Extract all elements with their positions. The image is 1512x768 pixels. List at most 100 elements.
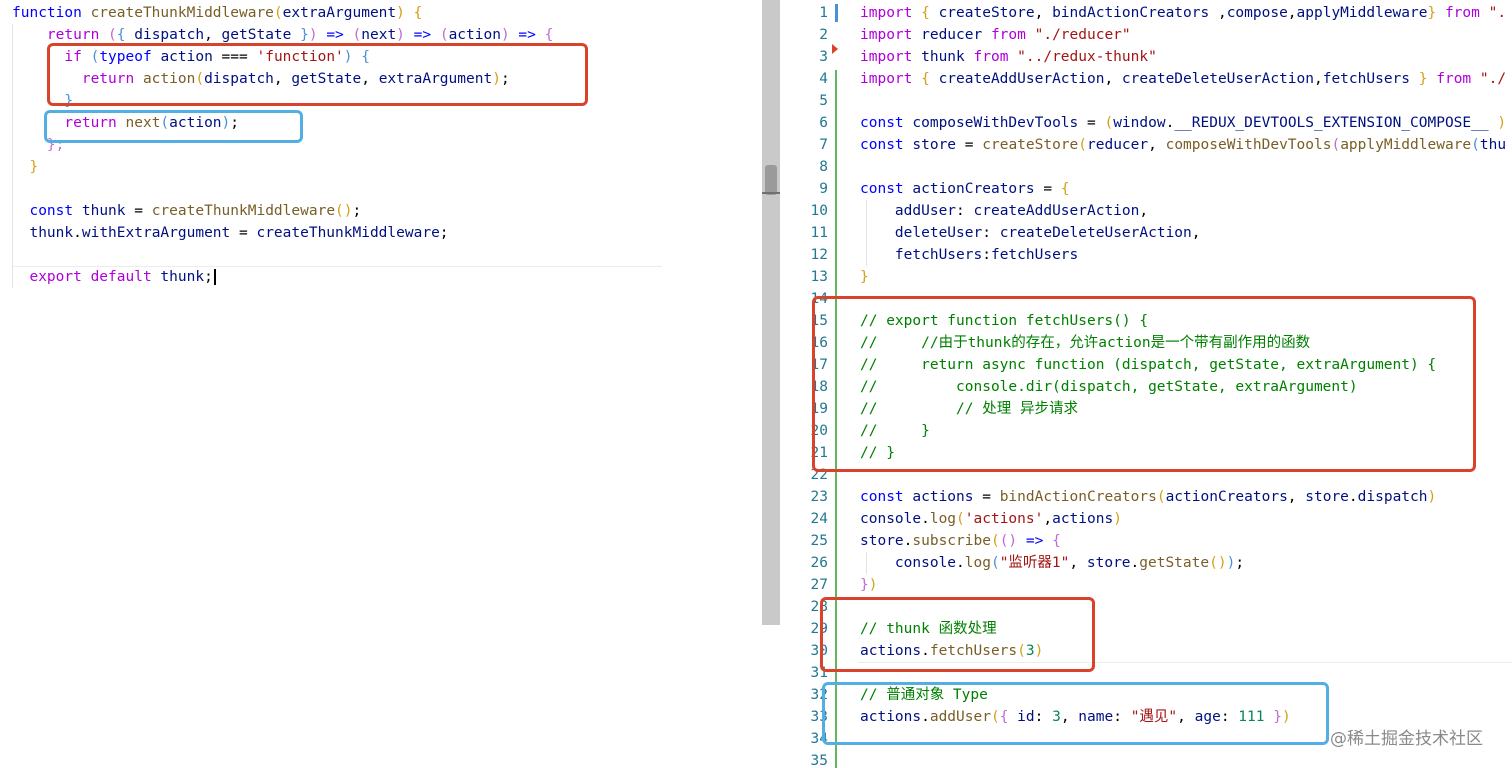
code-token: "./reducer" xyxy=(1034,27,1131,43)
code-token: : xyxy=(982,225,1000,241)
code-token: = xyxy=(1078,115,1105,131)
code-token: thunk xyxy=(921,49,965,65)
code-token: store xyxy=(1086,555,1131,571)
code-token: = xyxy=(125,203,152,219)
line-number: 8 xyxy=(819,159,828,175)
annotation-blue-plain-object-call xyxy=(822,682,1329,745)
code-token: createThunkMiddleware xyxy=(151,203,336,219)
code-line[interactable]: fetchUsers:fetchUsers xyxy=(860,244,1078,266)
code-token: ) xyxy=(396,27,405,43)
code-token: => xyxy=(509,27,545,43)
line-number: 23 xyxy=(810,489,828,505)
code-token: ) xyxy=(1497,115,1507,131)
code-token: ) xyxy=(500,27,510,43)
code-token: = xyxy=(230,225,257,241)
code-token: ) xyxy=(308,27,318,43)
code-token: . xyxy=(956,555,965,571)
left-code-editor[interactable]: function createThunkMiddleware(extraArgu… xyxy=(0,0,662,768)
code-token: ( xyxy=(990,533,1000,549)
code-token: log xyxy=(929,511,957,527)
code-line[interactable]: console.log('actions',actions) xyxy=(860,508,1122,530)
code-token: { xyxy=(921,71,939,87)
code-line[interactable]: const thunk = createThunkMiddleware(); xyxy=(12,200,361,222)
indent-guide xyxy=(866,200,867,266)
code-token: dispatch xyxy=(1357,489,1428,505)
code-token: , xyxy=(1287,489,1306,505)
text-cursor xyxy=(213,269,216,285)
code-line[interactable]: thunk.withExtraArgument = createThunkMid… xyxy=(12,222,448,244)
code-token: actions xyxy=(912,489,974,505)
code-token: } xyxy=(860,269,869,285)
line-number: 13 xyxy=(810,269,828,285)
vertical-scrollbar[interactable] xyxy=(762,0,780,625)
code-line[interactable]: deleteUser: createDeleteUserAction, xyxy=(860,222,1201,244)
annotation-red-thunk-call xyxy=(820,597,1095,672)
code-line[interactable]: } xyxy=(860,266,869,288)
code-token: const xyxy=(29,203,82,219)
code-token: from xyxy=(973,49,1018,65)
code-token: applyMiddleware xyxy=(1340,137,1472,153)
code-token: const xyxy=(860,181,913,197)
code-token: store xyxy=(1305,489,1349,505)
code-token: { xyxy=(116,27,135,43)
code-token: ( xyxy=(956,511,965,527)
code-token: reducer xyxy=(1087,137,1149,153)
code-line[interactable]: function createThunkMiddleware(extraArgu… xyxy=(12,2,422,24)
code-token: { xyxy=(544,27,554,43)
code-token: ( xyxy=(273,5,283,21)
code-line[interactable]: addUser: createAddUserAction, xyxy=(860,200,1148,222)
code-token: reducer xyxy=(921,27,983,43)
line-number: 32 xyxy=(810,687,828,703)
code-line[interactable]: const composeWithDevTools = (window.__RE… xyxy=(860,112,1512,134)
code-line[interactable]: const store = createStore(reducer, compo… xyxy=(860,134,1506,156)
modified-line-marker xyxy=(835,4,838,22)
code-token: , xyxy=(1287,5,1297,21)
code-token: = xyxy=(973,489,1000,505)
code-token: ( xyxy=(1471,137,1480,153)
code-token: . xyxy=(73,225,82,241)
code-line[interactable]: import { createStore, bindActionCreators… xyxy=(860,2,1506,24)
code-line[interactable]: const actionCreators = { xyxy=(860,178,1070,200)
code-token: dispatch xyxy=(134,27,205,43)
code-token: applyMiddleware xyxy=(1296,5,1428,21)
code-line[interactable]: const actions = bindActionCreators(actio… xyxy=(860,486,1436,508)
code-token: ; xyxy=(1235,555,1245,571)
scroll-position-tick xyxy=(762,192,780,194)
code-token: ; xyxy=(352,203,362,219)
code-token: ) xyxy=(1226,555,1236,571)
code-line[interactable]: export default thunk; xyxy=(12,266,216,288)
code-token: { xyxy=(1060,181,1070,197)
code-token: () xyxy=(335,203,353,219)
line-number: 25 xyxy=(810,533,828,549)
code-line[interactable]: console.log("监听器1", store.getState()); xyxy=(860,552,1244,574)
code-token: default xyxy=(90,269,161,285)
watermark: @稀土掘金技术社区 xyxy=(1330,729,1483,749)
code-token: addUser xyxy=(894,203,957,219)
code-token: , xyxy=(1034,5,1053,21)
code-token: , xyxy=(1209,5,1227,21)
code-token: = xyxy=(956,137,983,153)
code-line[interactable]: }) xyxy=(860,574,877,596)
scrollbar-thumb[interactable] xyxy=(765,165,777,195)
code-token: ( xyxy=(108,27,117,43)
code-token: . xyxy=(1130,555,1140,571)
code-token: thunk xyxy=(81,203,126,219)
line-number: 1 xyxy=(819,5,828,21)
line-number: 7 xyxy=(819,137,828,153)
code-token: ". xyxy=(1488,5,1507,21)
code-token: getState xyxy=(221,27,292,43)
code-token: import xyxy=(860,5,922,21)
code-line[interactable]: store.subscribe(() => { xyxy=(860,530,1061,552)
code-line[interactable]: import thunk from "../redux-thunk" xyxy=(860,46,1157,68)
code-token: ( xyxy=(1104,115,1114,131)
code-line[interactable]: import reducer from "./reducer" xyxy=(860,24,1131,46)
code-token: from xyxy=(1444,5,1489,21)
code-line[interactable]: import { createAddUserAction, createDele… xyxy=(860,68,1506,90)
line-number: 26 xyxy=(810,555,828,571)
code-line[interactable]: } xyxy=(12,156,38,178)
code-token: { xyxy=(1052,533,1061,549)
code-token: , xyxy=(1069,555,1087,571)
